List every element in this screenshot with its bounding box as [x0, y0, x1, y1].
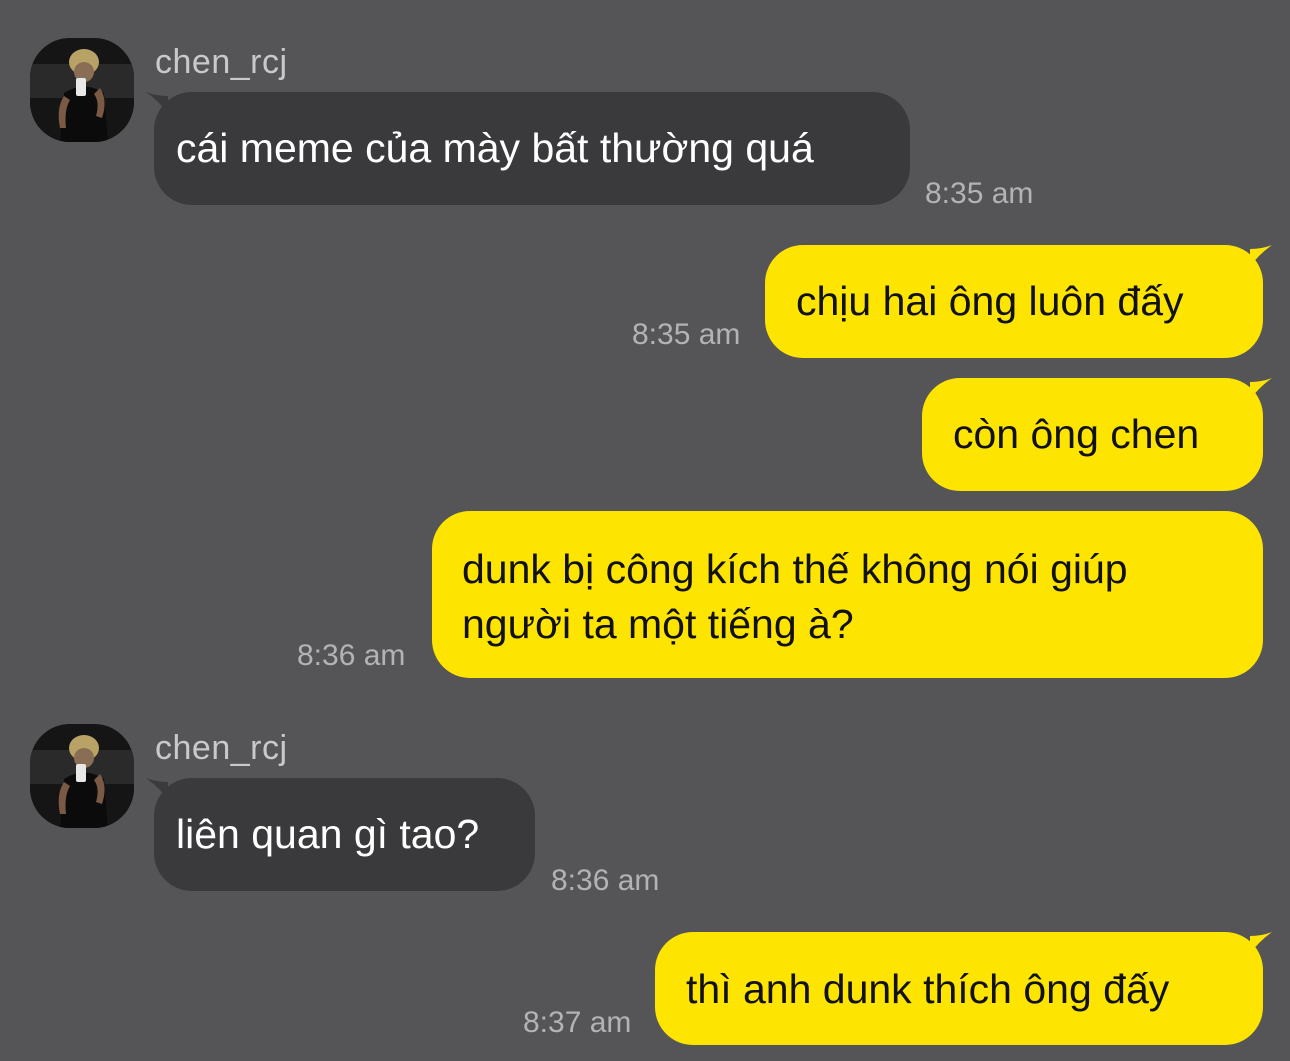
message-bubble-incoming[interactable]: cái meme của mày bất thường quá — [154, 92, 910, 205]
message-text: cái meme của mày bất thường quá — [176, 125, 814, 171]
bubble-tail-icon — [1250, 245, 1272, 267]
message-text: chịu hai ông luôn đấy — [796, 278, 1184, 324]
message-text-line-2: người ta một tiếng à? — [462, 601, 854, 647]
message-text-line-1: dunk bị công kích thế không nói giúp — [462, 546, 1128, 592]
message-text: còn ông chen — [953, 411, 1200, 457]
message-bubble-outgoing[interactable]: dunk bị công kích thế không nói giúp ngư… — [432, 511, 1263, 678]
message-timestamp: 8:35 am — [632, 318, 741, 351]
sender-name: chen_rcj — [155, 43, 288, 81]
message-text: thì anh dunk thích ông đấy — [686, 966, 1170, 1012]
sender-avatar[interactable] — [30, 724, 134, 828]
avatar-photo-icon — [30, 38, 134, 142]
message-bubble-incoming[interactable]: liên quan gì tao? — [154, 778, 535, 891]
message-bubble-outgoing[interactable]: còn ông chen — [922, 378, 1263, 491]
message-timestamp: 8:36 am — [551, 864, 660, 897]
sender-name: chen_rcj — [155, 729, 288, 767]
bubble-tail-icon — [1250, 378, 1272, 400]
bubble-tail-icon — [1250, 932, 1272, 954]
message-timestamp: 8:36 am — [297, 639, 406, 672]
message-timestamp: 8:37 am — [523, 1006, 632, 1039]
message-text: liên quan gì tao? — [176, 811, 480, 857]
message-bubble-outgoing[interactable]: thì anh dunk thích ông đấy — [655, 932, 1263, 1045]
sender-avatar[interactable] — [30, 38, 134, 142]
message-timestamp: 8:35 am — [925, 177, 1034, 210]
message-bubble-outgoing[interactable]: chịu hai ông luôn đấy — [765, 245, 1263, 358]
chat-thread: chen_rcj cái meme của mày bất thường quá… — [0, 0, 1290, 1061]
avatar-photo-icon — [30, 724, 134, 828]
